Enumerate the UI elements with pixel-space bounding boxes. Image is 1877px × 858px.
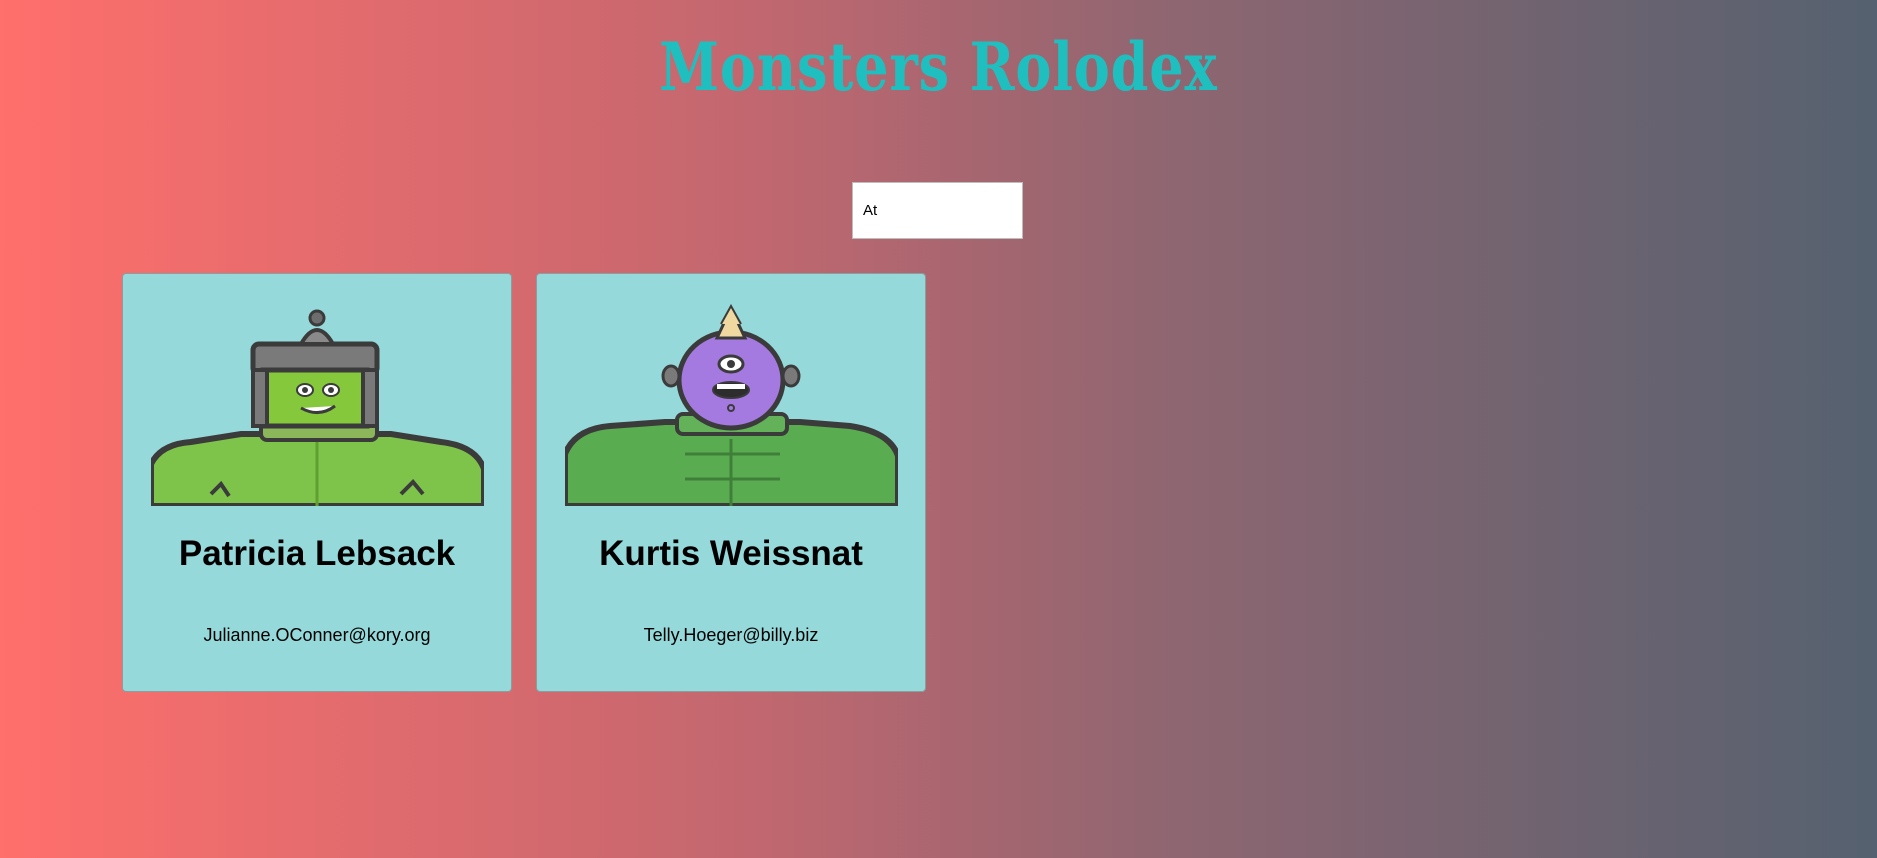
monster-name: Kurtis Weissnat xyxy=(599,534,863,573)
search-input[interactable] xyxy=(852,182,1023,239)
page-title: Monsters Rolodex xyxy=(659,28,1218,106)
horned-purple-monster-icon xyxy=(565,304,898,506)
monster-email: Julianne.OConner@kory.org xyxy=(203,625,431,645)
monster-name: Patricia Lebsack xyxy=(178,534,456,573)
helmet-robot-monster-icon xyxy=(151,309,484,506)
monster-email: Telly.Hoeger@billy.biz xyxy=(643,625,819,645)
monster-card[interactable]: Patricia Lebsack Julianne.OConner@kory.o… xyxy=(122,273,512,692)
card-list: Patricia Lebsack Julianne.OConner@kory.o… xyxy=(122,273,926,692)
monster-card[interactable]: Kurtis Weissnat Telly.Hoeger@billy.biz xyxy=(536,273,926,692)
